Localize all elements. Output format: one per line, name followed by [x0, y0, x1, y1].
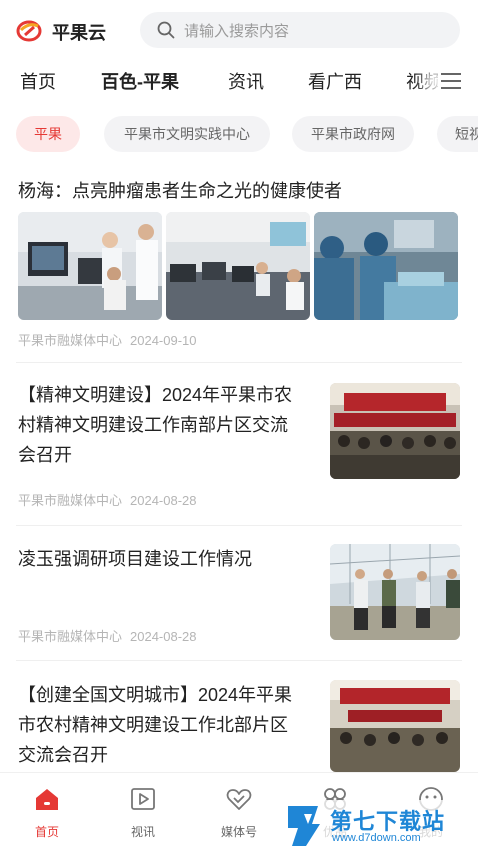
tag-civilization-center[interactable]: 平果市文明实践中心 [104, 116, 270, 152]
news-meta: 平果市融媒体中心 2024-09-10 [18, 330, 197, 349]
tag-government-site[interactable]: 平果市政府网 [292, 116, 414, 152]
top-bar: 平果云 请输入搜索内容 [0, 0, 478, 62]
app-logo-icon [16, 20, 42, 42]
news-title-line: 市农村精神文明建设工作北部片区 [18, 715, 288, 735]
tab-baise-pingguo[interactable]: 百色-平果 [101, 68, 179, 94]
news-meta: 平果市融媒体中心 2024-08-28 [18, 490, 197, 509]
search-placeholder: 请输入搜索内容 [184, 22, 290, 40]
tab-news[interactable]: 资讯 [228, 68, 264, 94]
news-source: 平果市融媒体中心 [18, 493, 123, 508]
channel-tabs: 首页 百色-平果 资讯 看广西 视频 [0, 62, 478, 100]
tab-home[interactable]: 首页 [20, 68, 56, 94]
news-title-line: 凌玉强调研项目建设工作情况 [18, 549, 252, 569]
nav-media[interactable]: 媒体号 [204, 785, 274, 840]
divider [16, 525, 462, 526]
news-title-line: 【精神文明建设】2024年平果市农 [18, 385, 293, 405]
news-title-line: 【创建全国文明城市】2024年平果 [18, 685, 293, 705]
nav-home-label: 首页 [34, 825, 59, 839]
news-title[interactable]: 杨海：点亮肿瘤患者生命之光的健康使者 [18, 176, 342, 206]
news-meta: 平果市融媒体中心 2024-08-28 [18, 626, 197, 645]
news-title-line: 交流会召开 [18, 745, 108, 765]
news-title-line: 村精神文明建设工作南部片区交流 [18, 415, 288, 435]
tag-short-video[interactable]: 短视 [437, 116, 478, 152]
news-title[interactable]: 凌玉强调研项目建设工作情况 [18, 544, 318, 574]
news-image-field-visit [330, 544, 460, 640]
tab-video[interactable]: 视频 [406, 68, 442, 94]
news-source: 平果市融媒体中心 [18, 629, 123, 644]
news-image-surgery [314, 212, 458, 320]
news-image-meeting [330, 383, 460, 479]
tag-pingguo[interactable]: 平果 [16, 116, 80, 152]
home-icon [36, 789, 58, 810]
news-date: 2024-08-28 [130, 629, 197, 644]
news-source: 平果市融媒体中心 [18, 333, 123, 348]
news-image-lab [18, 212, 162, 320]
tab-guangxi[interactable]: 看广西 [308, 68, 362, 94]
news-title[interactable]: 【创建全国文明城市】2024年平果 市农村精神文明建设工作北部片区 交流会召开 [18, 680, 318, 770]
news-image-office [166, 212, 310, 320]
news-date: 2024-09-10 [130, 333, 197, 348]
app-name: 平果云 [52, 23, 106, 43]
news-title[interactable]: 【精神文明建设】2024年平果市农 村精神文明建设工作南部片区交流 会召开 [18, 380, 318, 470]
divider [16, 362, 462, 363]
search-bar[interactable]: 请输入搜索内容 [140, 12, 460, 48]
nav-video-label: 视讯 [130, 825, 155, 839]
nav-media-label: 媒体号 [220, 825, 257, 839]
nav-home[interactable]: 首页 [12, 785, 82, 840]
play-icon [131, 788, 155, 810]
news-date: 2024-08-28 [130, 493, 197, 508]
news-title-line: 会召开 [18, 445, 72, 465]
heart-icon [226, 789, 252, 810]
nav-video[interactable]: 视讯 [108, 785, 178, 840]
search-icon [157, 21, 175, 39]
watermark-url: www.d7down.com [332, 832, 421, 844]
channel-menu-icon[interactable] [438, 70, 464, 92]
divider [16, 660, 462, 661]
sub-tags: 平果 平果市文明实践中心 平果市政府网 短视 [0, 116, 478, 152]
news-image-conference [330, 680, 460, 772]
